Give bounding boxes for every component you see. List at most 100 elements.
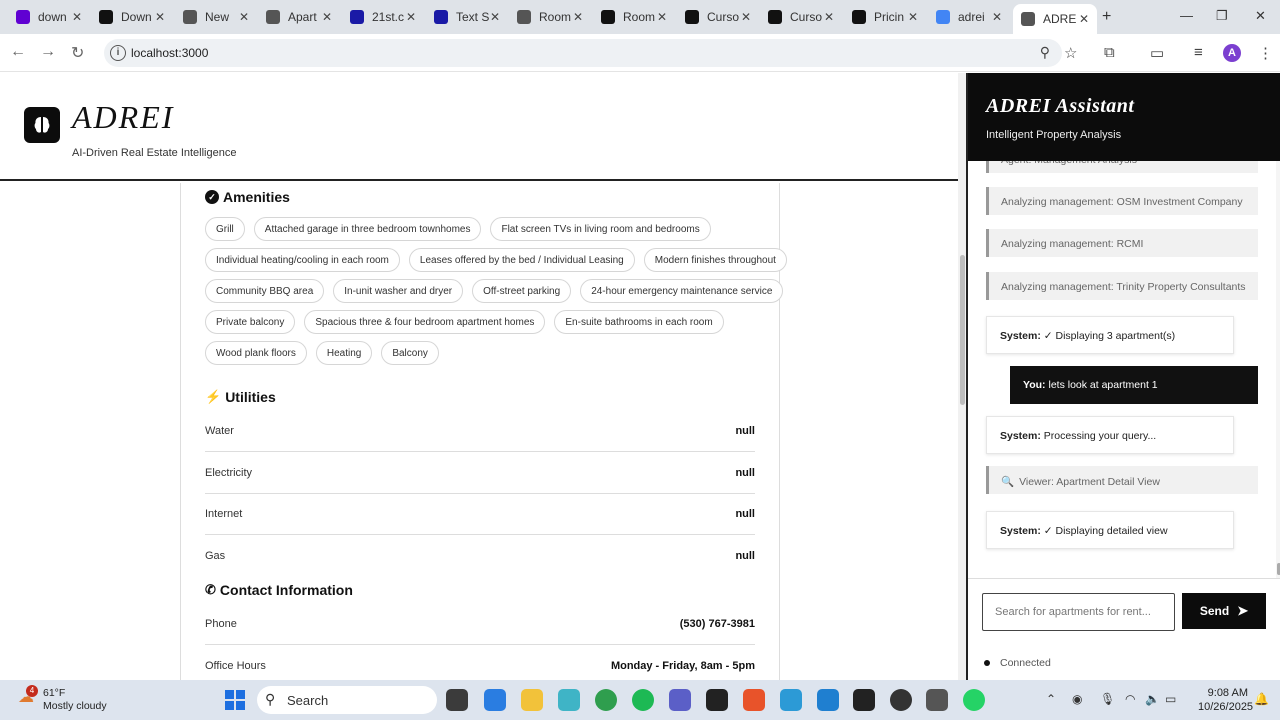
close-tab-icon[interactable]: ✕: [322, 10, 332, 24]
close-tab-icon[interactable]: ✕: [741, 10, 751, 24]
amenity-chip: Grill: [205, 217, 245, 241]
amenity-chip-row: Community BBQ area In-unit washer and dry…: [205, 279, 784, 303]
browser-tab-label: Curso: [707, 10, 740, 24]
browser-tab[interactable]: Room ✕: [511, 5, 591, 29]
browser-tab[interactable]: Text S ✕: [428, 5, 508, 29]
taskbar-search[interactable]: ⚲ Search: [257, 686, 437, 714]
browser-tab[interactable]: Pricin ✕: [846, 5, 926, 29]
browser-tab[interactable]: Curso ✕: [679, 5, 759, 29]
chevron-up-icon[interactable]: ⌃: [1046, 692, 1056, 706]
amenity-chip: Private balcony: [205, 310, 296, 334]
volume-icon[interactable]: 🔈: [1145, 692, 1160, 706]
reload-icon[interactable]: ↻: [71, 43, 84, 63]
browser-tab[interactable]: Down ✕: [93, 5, 173, 29]
chat-search-input[interactable]: [982, 593, 1175, 631]
close-tab-icon[interactable]: ✕: [490, 10, 500, 24]
close-tab-icon[interactable]: ✕: [657, 10, 667, 24]
terminal-icon[interactable]: [706, 689, 728, 711]
browser-tab[interactable]: Room ✕: [595, 5, 675, 29]
close-tab-icon[interactable]: ✕: [72, 10, 82, 24]
amenity-chip: Flat screen TVs in living room and bedro…: [490, 217, 711, 241]
url-text[interactable]: localhost:3000: [131, 46, 208, 60]
utility-value: null: [735, 466, 755, 479]
chat-scrollbar[interactable]: [1276, 161, 1280, 579]
address-bar[interactable]: i localhost:3000 ⚲: [104, 39, 1062, 67]
system-clock[interactable]: 9:08 AM 10/26/2025: [1198, 686, 1253, 714]
close-tab-icon[interactable]: ✕: [239, 10, 249, 24]
task-view-icon[interactable]: [446, 689, 468, 711]
chat-message-list[interactable]: Agent: Management Analysis Analyzing mana…: [968, 161, 1280, 573]
new-tab-button[interactable]: +: [1102, 8, 1111, 26]
menu-kebab-icon[interactable]: ⋮: [1258, 44, 1273, 62]
notepad-icon[interactable]: [780, 689, 802, 711]
browser-tab-label: Down: [121, 10, 152, 24]
browser-tab[interactable]: 21st.c ✕: [344, 5, 424, 29]
cast-icon[interactable]: ▭: [1150, 44, 1164, 62]
minimize-button[interactable]: —: [1180, 8, 1193, 23]
brave-icon[interactable]: [743, 689, 765, 711]
zoom-icon[interactable]: ⚲: [1040, 44, 1050, 61]
forward-icon[interactable]: →: [40, 43, 56, 61]
cursor-app-icon[interactable]: [853, 689, 875, 711]
microphone-icon[interactable]: 🎙: [1100, 692, 1115, 706]
contact-label: Phone: [205, 618, 237, 630]
close-tab-icon[interactable]: ✕: [406, 10, 416, 24]
close-tab-icon[interactable]: ✕: [824, 10, 834, 24]
amenities-heading: ✓ Amenities: [205, 189, 290, 205]
browser-tab[interactable]: Curso ✕: [762, 5, 842, 29]
whatsapp-icon[interactable]: [963, 689, 985, 711]
browser-tab[interactable]: ADRE ✕: [1013, 4, 1097, 34]
property-detail-content: ✓ Amenities Grill Attached garage in thre…: [0, 183, 966, 680]
profile-avatar[interactable]: A: [1223, 44, 1241, 62]
amenities-chip-list: Grill Attached garage in three bedroom to…: [205, 217, 787, 372]
media-control-icon[interactable]: ≡: [1194, 44, 1203, 61]
close-tab-icon[interactable]: ✕: [1079, 12, 1089, 26]
copilot-icon[interactable]: [558, 689, 580, 711]
file-explorer-icon[interactable]: [521, 689, 543, 711]
notification-bell-icon[interactable]: 🔔: [1254, 692, 1269, 706]
teams-icon[interactable]: [669, 689, 691, 711]
browser-tab-label: adrei: [958, 10, 985, 24]
snipping-tool-icon[interactable]: [926, 689, 948, 711]
globe-icon: [517, 10, 531, 24]
page-scrollbar[interactable]: [958, 73, 966, 680]
app-header: ADREI AI-Driven Real Estate Intelligence: [0, 73, 966, 181]
network-app-icon[interactable]: ◉: [1072, 692, 1082, 706]
battery-icon[interactable]: ▭: [1165, 692, 1176, 706]
utility-label: Gas: [205, 549, 226, 562]
close-tab-icon[interactable]: ✕: [573, 10, 583, 24]
github-desktop-icon[interactable]: [890, 689, 912, 711]
browser-tab[interactable]: adrei ✕: [930, 5, 1010, 29]
contact-heading-label: Contact Information: [219, 582, 353, 598]
extensions-icon[interactable]: ⧉: [1104, 44, 1115, 61]
yahoo-icon: [16, 10, 30, 24]
vscode-icon[interactable]: [817, 689, 839, 711]
outlook-icon[interactable]: [484, 689, 506, 711]
browser-toolbar: ← → ↻ i localhost:3000 ⚲ ☆ ⧉ ▭ ≡ ⋮: [0, 34, 1280, 72]
maximize-button[interactable]: ❐: [1216, 8, 1228, 24]
send-button[interactable]: Send ➤: [1182, 593, 1266, 629]
browser-tab-label: Text S: [456, 10, 490, 24]
close-tab-icon[interactable]: ✕: [908, 10, 918, 24]
amenity-chip: Attached garage in three bedroom townhom…: [253, 217, 482, 241]
windows-start-icon[interactable]: [225, 690, 245, 710]
chat-message-agent: 🔍 Viewer: Apartment Detail View: [986, 466, 1258, 494]
page-scrollbar-thumb[interactable]: [960, 255, 965, 405]
chat-message-text: ✓ Displaying detailed view: [1043, 525, 1168, 537]
chat-message-agent: Analyzing management: OSM Investment Com…: [986, 187, 1258, 215]
bookmark-star-icon[interactable]: ☆: [1064, 44, 1077, 62]
chrome-icon[interactable]: [595, 689, 617, 711]
search-icon: ⚲: [265, 691, 276, 707]
close-window-button[interactable]: ✕: [1255, 8, 1266, 24]
globe-icon: [183, 10, 197, 24]
close-tab-icon[interactable]: ✕: [992, 10, 1002, 24]
site-info-icon[interactable]: i: [110, 45, 126, 61]
spotify-icon[interactable]: [632, 689, 654, 711]
browser-tab[interactable]: down ✕: [10, 5, 90, 29]
back-icon[interactable]: ←: [10, 43, 26, 61]
browser-tab[interactable]: New ✕: [177, 5, 257, 29]
browser-tab[interactable]: Apart ✕: [260, 5, 340, 29]
chat-message-speaker: System:: [1000, 430, 1041, 442]
close-tab-icon[interactable]: ✕: [155, 10, 165, 24]
wifi-icon[interactable]: ◠: [1125, 692, 1135, 706]
